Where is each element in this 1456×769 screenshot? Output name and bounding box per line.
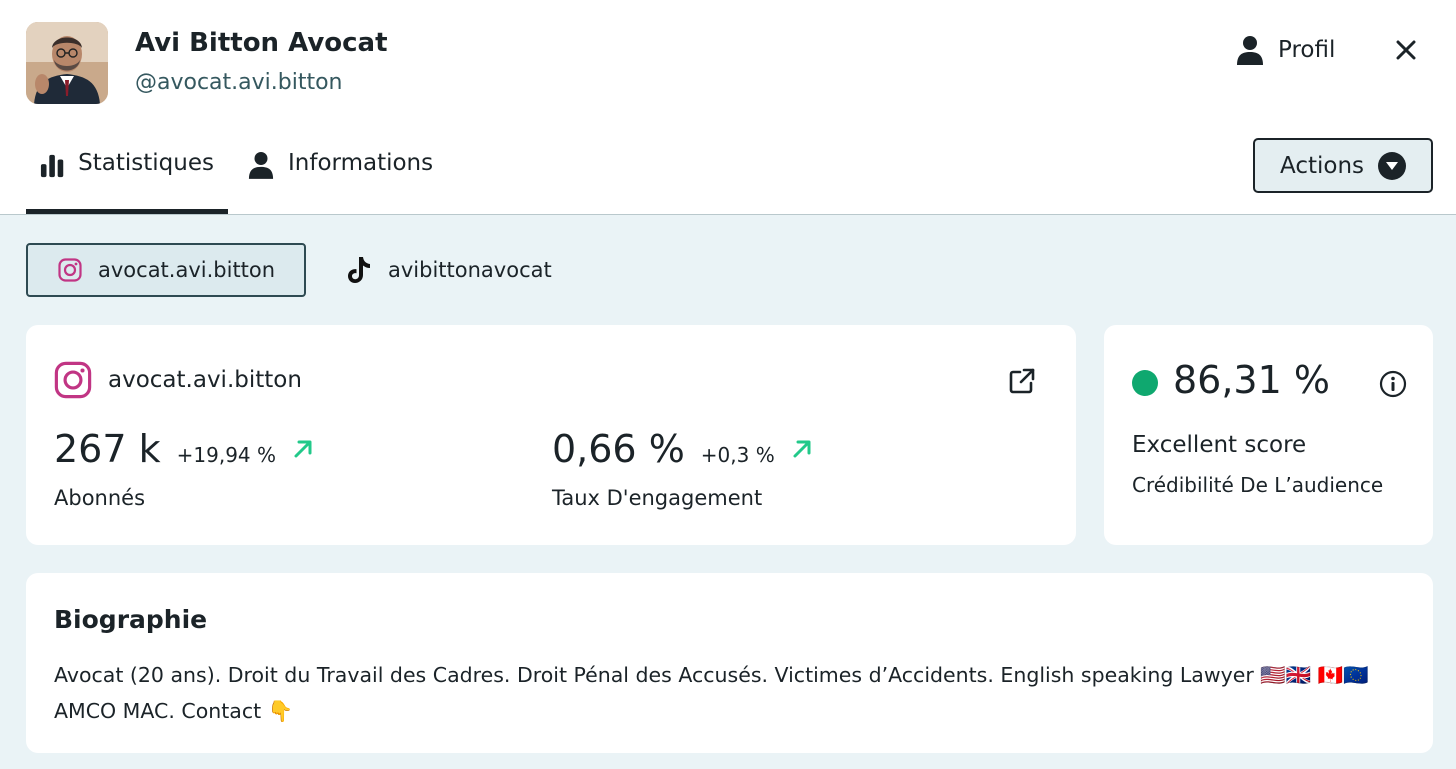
close-icon	[1396, 40, 1416, 60]
avatar	[26, 22, 108, 104]
biography-title: Biographie	[54, 605, 208, 634]
tab-informations-label: Informations	[288, 150, 434, 176]
profil-button[interactable]: Profil	[1236, 30, 1335, 70]
credibility-score: 86,31 %	[1173, 358, 1330, 402]
credibility-card: 86,31 % Excellent score Crédibilité De L…	[1104, 325, 1433, 545]
instagram-icon	[58, 258, 82, 282]
stats-account-name: avocat.avi.bitton	[108, 367, 302, 393]
actions-button[interactable]: Actions	[1253, 138, 1433, 193]
engagement-value: 0,66 %	[552, 427, 685, 471]
tab-informations[interactable]: Informations	[234, 140, 447, 214]
followers-delta: +19,94 %	[176, 443, 276, 467]
engagement-metric: 0,66 % +0,3 %	[552, 427, 813, 471]
biography-card: Biographie Avocat (20 ans). Droit du Tra…	[26, 573, 1433, 753]
engagement-delta: +0,3 %	[700, 443, 775, 467]
trend-up-icon	[294, 440, 312, 458]
bar-chart-icon	[40, 154, 64, 178]
caret-down-circle-icon	[1378, 151, 1406, 180]
status-dot	[1132, 370, 1158, 396]
user-icon	[248, 152, 274, 179]
actions-label: Actions	[1279, 152, 1364, 179]
profile-header: Avi Bitton Avocat @avocat.avi.bitton Pro…	[0, 0, 1456, 215]
account-tab-instagram[interactable]: avocat.avi.bitton	[26, 243, 306, 297]
tab-statistiques-label: Statistiques	[78, 150, 214, 176]
content-area: avocat.avi.bitton avibittonavocat avocat…	[0, 215, 1456, 769]
score-quality: Excellent score	[1132, 432, 1307, 458]
close-button[interactable]	[1390, 34, 1422, 66]
external-link-icon[interactable]	[1008, 367, 1036, 395]
trend-up-icon	[793, 440, 811, 458]
user-icon	[1237, 36, 1263, 65]
account-tab-instagram-label: avocat.avi.bitton	[98, 258, 276, 282]
instagram-icon	[54, 361, 92, 399]
stats-card: avocat.avi.bitton 267 k +19,94 % Abonnés…	[26, 325, 1076, 545]
score-label: Crédibilité De L’audience	[1132, 473, 1384, 497]
biography-text: Avocat (20 ans). Droit du Travail des Ca…	[54, 663, 1369, 723]
info-icon[interactable]	[1379, 370, 1407, 398]
followers-label: Abonnés	[54, 486, 146, 510]
tiktok-icon	[348, 257, 370, 283]
profile-name: Avi Bitton Avocat	[135, 28, 388, 58]
engagement-label: Taux D'engagement	[552, 486, 763, 510]
tab-statistiques[interactable]: Statistiques	[26, 140, 228, 214]
profil-label: Profil	[1278, 37, 1336, 63]
followers-metric: 267 k +19,94 %	[54, 427, 314, 471]
avatar-photo	[26, 22, 108, 104]
account-tab-tiktok-label: avibittonavocat	[388, 258, 552, 282]
followers-value: 267 k	[54, 427, 161, 471]
profile-handle: @avocat.avi.bitton	[135, 70, 343, 95]
stats-card-header: avocat.avi.bitton	[54, 361, 302, 399]
account-tab-tiktok[interactable]: avibittonavocat	[346, 243, 552, 297]
